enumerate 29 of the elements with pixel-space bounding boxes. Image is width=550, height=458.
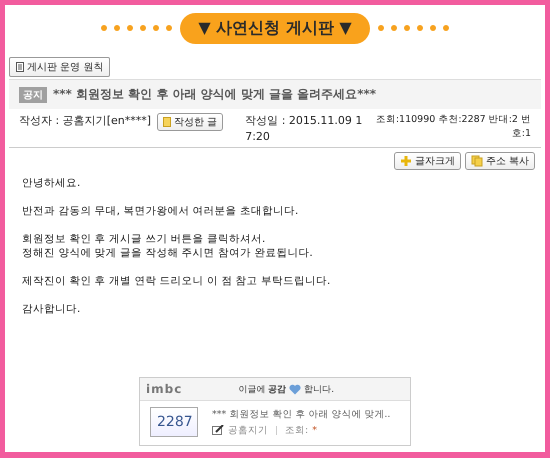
like-prompt-end: 합니다. xyxy=(304,384,334,396)
edit-icon xyxy=(212,425,224,435)
like-count-button[interactable]: 2287 xyxy=(150,407,198,437)
copy-icon xyxy=(470,155,483,167)
views-value: * xyxy=(312,424,317,436)
post-date: 작성일 : 2015.11.09 17:20 xyxy=(245,113,364,145)
author-label: 작성자 : 공홈지기[en****] xyxy=(19,113,152,129)
views-label: 조회: xyxy=(285,424,308,436)
author-posts-button[interactable]: 작성한 글 xyxy=(157,113,224,131)
rules-button[interactable]: 게시판 운영 원칙 xyxy=(9,57,110,77)
copy-url-button[interactable]: 주소 복사 xyxy=(464,152,535,170)
dots-decoration xyxy=(378,25,449,31)
body-paragraph: 제작진이 확인 후 개별 연락 드리오니 이 점 참고 부탁드립니다. xyxy=(22,274,332,288)
plus-icon xyxy=(400,155,412,167)
like-prompt: 이글에 공감 xyxy=(238,384,286,396)
body-paragraph: 반전과 감동의 무대, 복면가왕에서 여러분을 초대합니다. xyxy=(22,204,300,218)
body-paragraph: 회원정보 확인 후 게시글 쓰기 버튼을 클릭하셔서. 정해진 양식에 맞게 글을 작성해 주시면 참여가 완료됩니다. xyxy=(22,232,314,260)
dots-decoration xyxy=(101,25,172,31)
body-paragraph: 안녕하세요. xyxy=(22,176,82,190)
heart-icon xyxy=(289,384,302,394)
post-title: *** 회원정보 확인 후 아래 양식에 맞게 글을 올려주세요*** xyxy=(53,86,376,103)
like-author: 공홈지기 xyxy=(228,424,268,436)
like-post-title: *** 회원정보 확인 후 아래 양식에 맞게.. xyxy=(212,408,390,420)
board-title: ▼ 사연신청 게시판 ▼ xyxy=(180,12,370,44)
enlarge-text-button[interactable]: 글자크게 xyxy=(394,152,461,170)
notice-badge: 공지 xyxy=(19,86,47,102)
body-paragraph: 감사합니다. xyxy=(22,302,82,316)
logo: imbc xyxy=(146,382,182,396)
post-stats: 조회:110990 추천:2287 반대:2 번호:1 xyxy=(374,113,531,141)
